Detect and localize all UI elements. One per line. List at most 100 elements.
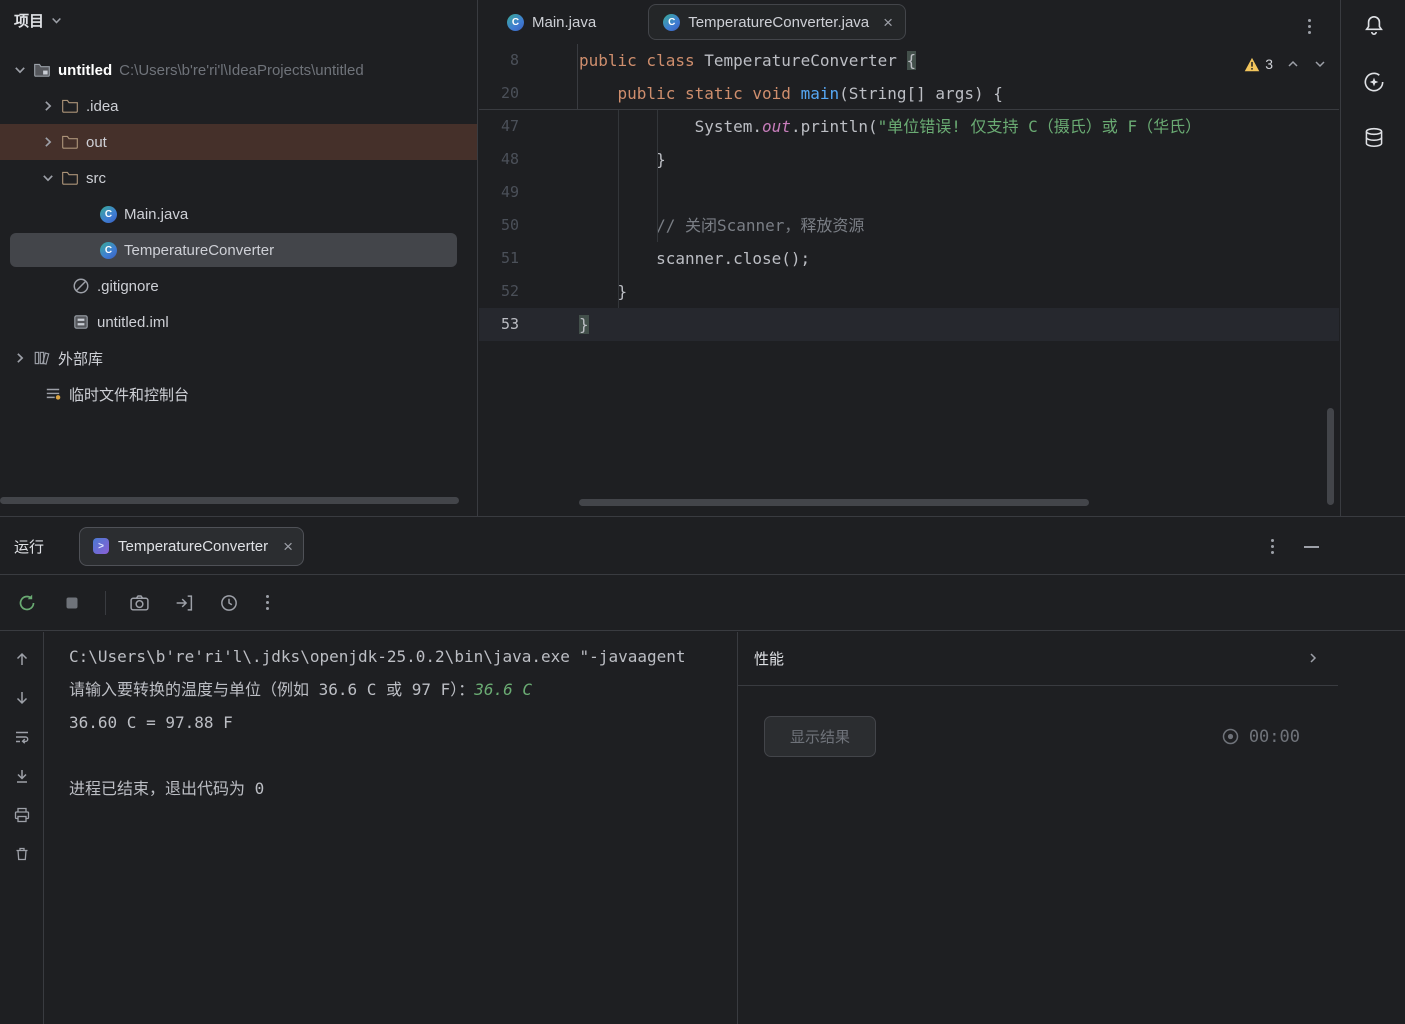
history-button[interactable]	[217, 591, 241, 615]
trash-icon	[13, 845, 31, 863]
arrow-down-icon	[13, 689, 31, 707]
tree-item-label: .gitignore	[97, 278, 159, 295]
print-button[interactable]	[9, 802, 35, 828]
project-horizontal-scrollbar[interactable]	[0, 497, 478, 505]
code-line[interactable]: 48 }	[479, 143, 1339, 176]
chevron-down-icon[interactable]	[14, 64, 26, 76]
editor-area: Main.java TemperatureConverter.java × 8p…	[479, 0, 1339, 517]
camera-icon	[129, 593, 150, 613]
tree-item-external-libraries[interactable]: 外部库	[0, 340, 477, 376]
inspection-widget[interactable]: 3	[1244, 56, 1327, 72]
code-line[interactable]: 52 }	[479, 275, 1339, 308]
navigate-up-button[interactable]	[9, 646, 35, 672]
project-root-path: C:\Users\b're'ri'l\IdeaProjects\untitled	[119, 62, 364, 79]
performance-header[interactable]: 性能	[738, 632, 1338, 686]
tree-item-untitled-iml[interactable]: untitled.iml	[0, 304, 477, 340]
show-results-button[interactable]: 显示结果	[764, 716, 876, 757]
performance-title: 性能	[754, 648, 784, 669]
notifications-button[interactable]	[1341, 4, 1405, 48]
tree-item-label: 外部库	[58, 348, 103, 369]
rerun-button[interactable]	[15, 591, 39, 615]
code-lines[interactable]: 47 System.out.println("单位错误! 仅支持 C（摄氏）或 …	[479, 110, 1339, 517]
project-panel-title: 项目	[14, 10, 44, 31]
tree-item-out-folder[interactable]: out	[0, 124, 477, 160]
timer-icon	[1221, 727, 1240, 746]
tree-item-label: untitled.iml	[97, 314, 169, 331]
right-tool-strip	[1340, 0, 1405, 517]
console-line: C:\Users\b're'ri'l\.jdks\openjdk-25.0.2\…	[69, 640, 737, 673]
chevron-up-icon[interactable]	[1286, 57, 1300, 71]
code-line[interactable]: 53}	[479, 308, 1339, 341]
chevron-right-icon[interactable]	[42, 136, 54, 148]
chevron-down-icon[interactable]	[42, 172, 54, 184]
chevron-right-icon[interactable]	[14, 352, 26, 364]
editor-options-kebab-icon[interactable]	[1304, 15, 1315, 38]
bell-icon	[1361, 13, 1387, 39]
top-area: 项目 untitled C:\Users\b're'ri'l\IdeaProje…	[0, 0, 1405, 517]
tree-item-main-java[interactable]: Main.java	[0, 196, 477, 232]
sticky-line[interactable]: 8public class TemperatureConverter {	[479, 44, 1339, 77]
console-line	[69, 739, 737, 772]
console-output[interactable]: C:\Users\b're'ri'l\.jdks\openjdk-25.0.2\…	[45, 632, 737, 1024]
import-results-button[interactable]	[172, 591, 196, 615]
navigate-down-button[interactable]	[9, 685, 35, 711]
editor-vertical-scrollbar[interactable]	[1327, 408, 1334, 505]
run-toolbar	[0, 575, 1405, 631]
scroll-to-end-button[interactable]	[9, 763, 35, 789]
tree-item-root[interactable]: untitled C:\Users\b're'ri'l\IdeaProjects…	[0, 52, 477, 88]
console-line: 36.60 C = 97.88 F	[69, 706, 737, 739]
import-icon	[174, 593, 194, 613]
minimize-icon[interactable]	[1304, 546, 1319, 548]
editor-tab-bar: Main.java TemperatureConverter.java ×	[479, 0, 1339, 44]
performance-panel: 性能 显示结果 00:00	[737, 632, 1338, 1024]
ignored-file-icon	[72, 277, 90, 295]
project-folder-icon	[33, 61, 51, 79]
chevron-right-icon[interactable]	[42, 100, 54, 112]
soft-wrap-icon	[13, 728, 31, 746]
database-button[interactable]	[1341, 116, 1405, 160]
ide-window: 项目 untitled C:\Users\b're'ri'l\IdeaProje…	[0, 0, 1405, 1024]
run-tool-window: 运行 TemperatureConverter ×	[0, 518, 1405, 1024]
soft-wrap-button[interactable]	[9, 724, 35, 750]
tab-temperature-converter-java[interactable]: TemperatureConverter.java ×	[648, 4, 906, 40]
chevron-down-icon[interactable]	[1313, 57, 1327, 71]
close-run-tab-icon[interactable]: ×	[283, 538, 293, 555]
run-panel-title: 运行	[14, 536, 44, 557]
database-icon	[1361, 125, 1387, 151]
tree-item-label: untitled	[58, 62, 112, 79]
screenshot-button[interactable]	[127, 591, 151, 615]
scrollbar-thumb[interactable]	[0, 497, 459, 504]
close-tab-icon[interactable]: ×	[881, 14, 895, 31]
console-line: 请输入要转换的温度与单位（例如 36.6 C 或 97 F）：36.6 C	[69, 673, 737, 706]
project-view-selector[interactable]: 项目	[0, 0, 477, 40]
folder-icon	[61, 133, 79, 151]
code-line[interactable]: 47 System.out.println("单位错误! 仅支持 C（摄氏）或 …	[479, 110, 1339, 143]
run-options-kebab-icon[interactable]	[1267, 535, 1278, 558]
run-tab-label: TemperatureConverter	[118, 538, 268, 555]
tree-item-scratches[interactable]: 临时文件和控制台	[0, 376, 477, 412]
tree-item-temperature-converter[interactable]: TemperatureConverter	[0, 232, 477, 268]
code-line[interactable]: 51 scanner.close();	[479, 242, 1339, 275]
tree-item-idea-folder[interactable]: .idea	[0, 88, 477, 124]
toolbar-kebab-icon[interactable]	[262, 591, 273, 614]
tree-item-gitignore[interactable]: .gitignore	[0, 268, 477, 304]
sticky-line[interactable]: 20 public static void main(String[] args…	[479, 77, 1339, 110]
java-class-icon	[663, 14, 680, 31]
clear-console-button[interactable]	[9, 841, 35, 867]
code-line[interactable]: 50 // 关闭Scanner，释放资源	[479, 209, 1339, 242]
tree-item-src-folder[interactable]: src	[0, 160, 477, 196]
code-line[interactable]: 49	[479, 176, 1339, 209]
indent-guide	[618, 110, 619, 308]
scratches-icon	[44, 385, 62, 403]
editor-horizontal-scrollbar[interactable]	[579, 499, 1089, 506]
run-tab-temperature-converter[interactable]: TemperatureConverter ×	[79, 527, 304, 566]
stop-icon	[64, 595, 80, 611]
stop-button[interactable]	[60, 591, 84, 615]
java-class-icon	[507, 14, 524, 31]
ai-assistant-button[interactable]	[1341, 60, 1405, 104]
sticky-lines[interactable]: 8public class TemperatureConverter {20 p…	[479, 44, 1339, 110]
chevron-right-icon[interactable]	[1306, 651, 1320, 665]
tab-main-java[interactable]: Main.java	[495, 4, 608, 40]
tree-item-label: out	[86, 134, 107, 151]
java-class-icon	[100, 242, 117, 259]
